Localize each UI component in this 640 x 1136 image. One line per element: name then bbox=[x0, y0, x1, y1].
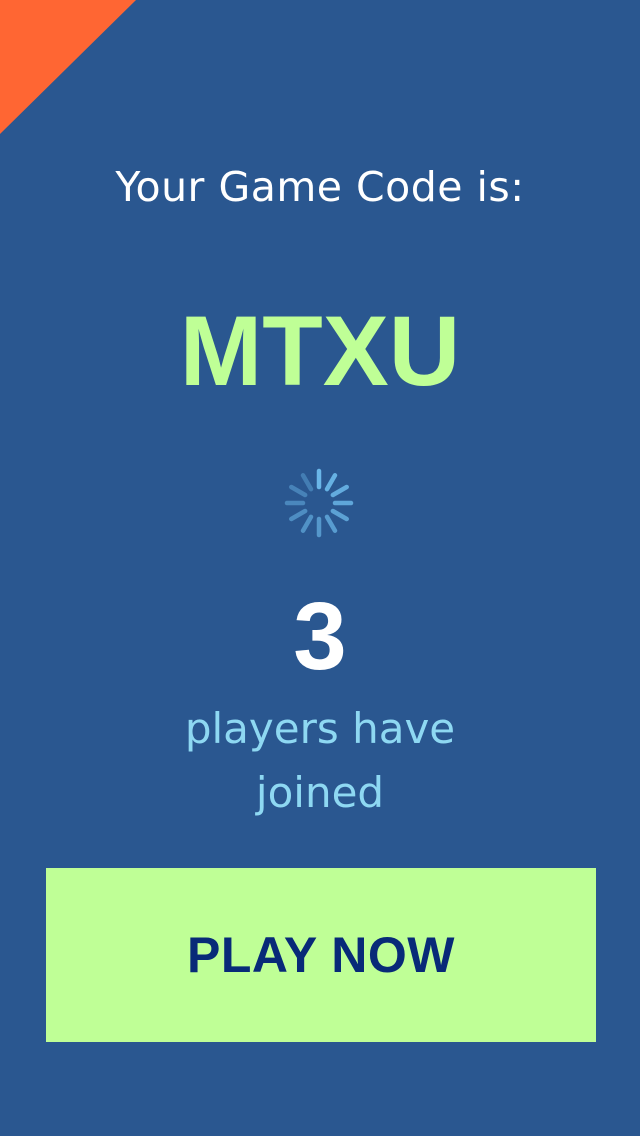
game-code: MTXU bbox=[179, 295, 461, 406]
play-now-button[interactable]: PLAY NOW bbox=[46, 868, 596, 1042]
game-code-label: Your Game Code is: bbox=[115, 163, 525, 211]
loading-spinner-icon bbox=[284, 468, 354, 538]
player-count: 3 bbox=[293, 583, 347, 690]
corner-triangle bbox=[0, 0, 136, 134]
players-joined-label: players have joined bbox=[184, 704, 456, 817]
